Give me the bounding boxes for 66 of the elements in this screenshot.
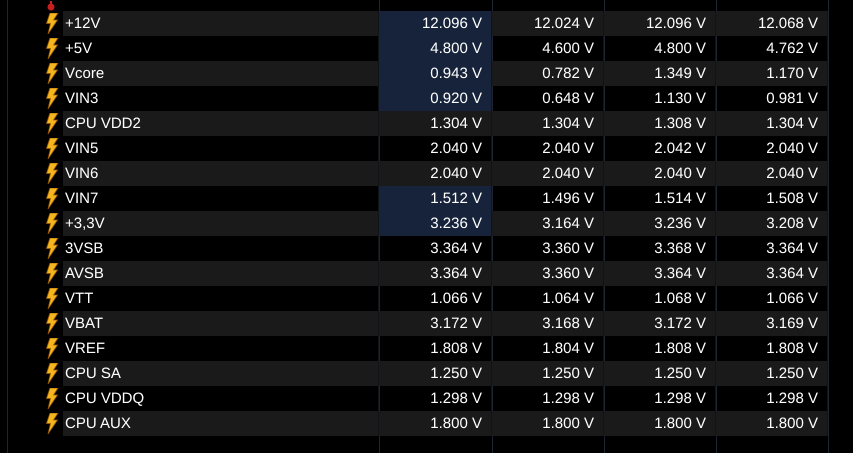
lightning-icon bbox=[45, 363, 59, 384]
value-cell: 1.170 V bbox=[716, 61, 828, 86]
lightning-icon bbox=[45, 113, 59, 134]
sensor-name: +3,3V bbox=[63, 211, 379, 236]
lightning-icon bbox=[45, 313, 59, 334]
value-cell: 3.364 V bbox=[604, 261, 716, 286]
value-cell: 1.512 V bbox=[379, 186, 492, 211]
sensor-name: Vcore bbox=[63, 61, 379, 86]
value-cell: 12.024 V bbox=[492, 11, 604, 36]
value-cell: 1.304 V bbox=[379, 111, 492, 136]
value-cell: 3.236 V bbox=[604, 211, 716, 236]
value-cell: 1.250 V bbox=[492, 361, 604, 386]
sensor-name: +12V bbox=[63, 11, 379, 36]
lightning-icon bbox=[45, 188, 59, 209]
value-cell: 1.250 V bbox=[604, 361, 716, 386]
sensor-name: VIN6 bbox=[63, 161, 379, 186]
lightning-icon bbox=[45, 338, 59, 359]
value-cell: 1.349 V bbox=[604, 61, 716, 86]
value-cell: 3.364 V bbox=[379, 261, 492, 286]
value-cell: 1.250 V bbox=[379, 361, 492, 386]
value-cell: 1.304 V bbox=[492, 111, 604, 136]
sensor-name: AVSB bbox=[63, 261, 379, 286]
value-cell: 1.800 V bbox=[492, 411, 604, 436]
value-cell: 3.172 V bbox=[604, 311, 716, 336]
value-cell: 3.172 V bbox=[379, 311, 492, 336]
value-cell: 0.943 V bbox=[379, 61, 492, 86]
value-cell: 2.040 V bbox=[604, 161, 716, 186]
value-cell: 3.208 V bbox=[716, 211, 828, 236]
lightning-icon bbox=[45, 138, 59, 159]
value-cell: 1.800 V bbox=[716, 411, 828, 436]
value-cell: 3.164 V bbox=[492, 211, 604, 236]
value-cell: 0.920 V bbox=[379, 86, 492, 111]
value-cell: 0.782 V bbox=[492, 61, 604, 86]
lightning-icon bbox=[45, 163, 59, 184]
value-cell: 1.800 V bbox=[379, 411, 492, 436]
value-cell: 3.169 V bbox=[716, 311, 828, 336]
value-cell: 12.096 V bbox=[379, 11, 492, 36]
thermometer-icon bbox=[47, 1, 55, 11]
value-cell: 1.304 V bbox=[716, 111, 828, 136]
lightning-icon bbox=[45, 13, 59, 34]
lightning-icon bbox=[45, 63, 59, 84]
value-cell: 2.040 V bbox=[716, 161, 828, 186]
value-cell: 3.236 V bbox=[379, 211, 492, 236]
value-cell: 3.360 V bbox=[492, 261, 604, 286]
lightning-icon bbox=[45, 388, 59, 409]
value-cell: 2.040 V bbox=[492, 161, 604, 186]
value-cell: 1.800 V bbox=[604, 411, 716, 436]
sensor-name: VBAT bbox=[63, 311, 379, 336]
value-cell: 2.040 V bbox=[379, 161, 492, 186]
value-cell: 12.096 V bbox=[604, 11, 716, 36]
lightning-icon bbox=[45, 88, 59, 109]
lightning-icon bbox=[45, 263, 59, 284]
value-cell: 3.364 V bbox=[716, 261, 828, 286]
value-cell: 12.068 V bbox=[716, 11, 828, 36]
lightning-icon bbox=[45, 213, 59, 234]
value-cell: 1.250 V bbox=[716, 361, 828, 386]
lightning-icon bbox=[45, 413, 59, 434]
sensor-name: CPU SA bbox=[63, 361, 379, 386]
lightning-icon bbox=[45, 288, 59, 309]
value-cell: 3.168 V bbox=[492, 311, 604, 336]
value-cell: 1.308 V bbox=[604, 111, 716, 136]
sensor-name: CPU VDD2 bbox=[63, 111, 379, 136]
value-cell: 4.800 V bbox=[379, 36, 492, 61]
lightning-icon bbox=[45, 238, 59, 259]
sensor-name: CPU AUX bbox=[63, 411, 379, 436]
lightning-icon bbox=[45, 38, 59, 59]
